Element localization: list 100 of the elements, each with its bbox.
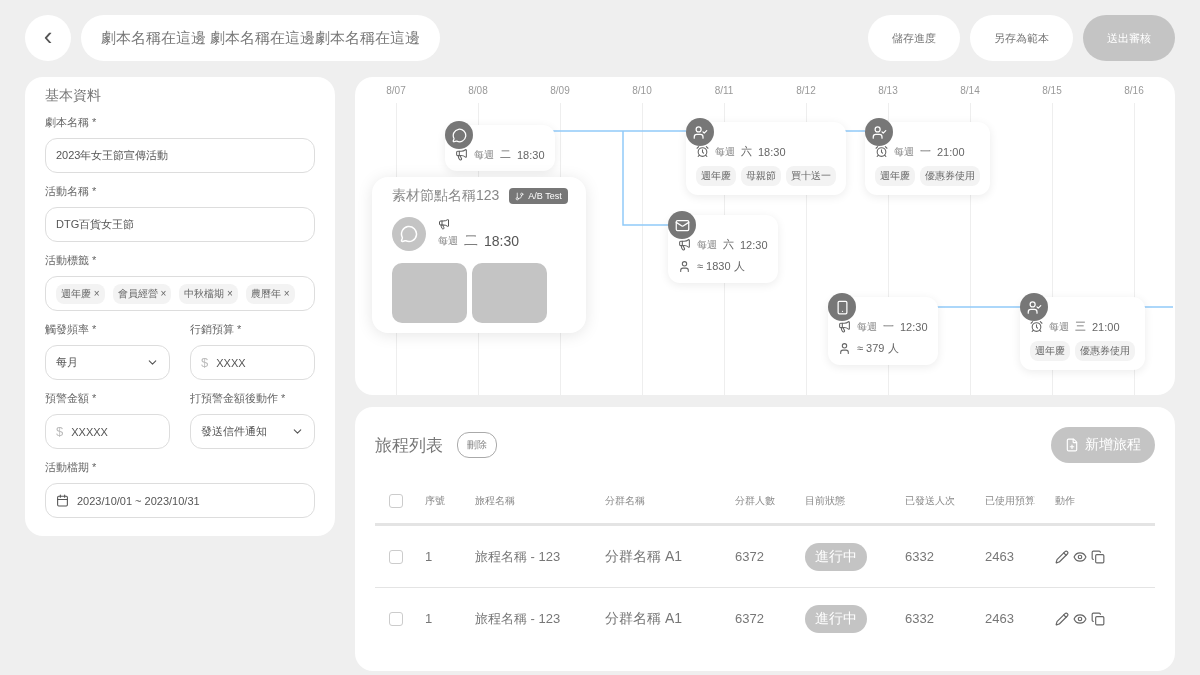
megaphone-icon bbox=[838, 320, 851, 333]
frequency-text: 每週 bbox=[1049, 319, 1069, 334]
tag: 週年慶 bbox=[696, 166, 736, 186]
column-header: 已發送人次 bbox=[905, 494, 956, 508]
date-label: 8/12 bbox=[796, 85, 816, 96]
field-label: 觸發頻率 * bbox=[45, 322, 98, 337]
copy-icon[interactable] bbox=[1091, 611, 1105, 626]
field-label: 活動標籤 * bbox=[45, 253, 98, 268]
view-icon[interactable] bbox=[1073, 611, 1087, 626]
mail-icon bbox=[674, 217, 690, 233]
time-text: 18:30 bbox=[758, 145, 786, 158]
column-header: 旅程名稱 bbox=[475, 494, 516, 508]
status-badge: 進行中 bbox=[805, 542, 867, 571]
date-label: 8/07 bbox=[386, 85, 406, 96]
table-cell-text: 6332 bbox=[905, 549, 935, 564]
column-header: 序號 bbox=[425, 494, 446, 508]
frequency-text: 每週 bbox=[697, 237, 717, 252]
copy-icon[interactable] bbox=[1091, 549, 1105, 564]
tag[interactable]: 週年慶 × bbox=[56, 283, 105, 304]
calendar-icon bbox=[56, 494, 69, 507]
delete-button[interactable]: 刪除 bbox=[457, 432, 497, 458]
tag-field[interactable]: 週年慶 × 會員經營 × 中秋檔期 × 農曆年 × bbox=[45, 276, 315, 311]
time-text: 21:00 bbox=[1092, 320, 1120, 333]
tag: 週年慶 bbox=[875, 166, 915, 186]
action-button[interactable]: 另存為範本 bbox=[970, 15, 1073, 61]
phone-icon bbox=[834, 299, 850, 315]
tag[interactable]: 中秋檔期 × bbox=[179, 283, 238, 304]
person-icon bbox=[678, 260, 691, 273]
alarm-clock-icon bbox=[875, 145, 888, 158]
back-button[interactable]: ‹ bbox=[25, 15, 71, 61]
chat-icon bbox=[451, 127, 467, 143]
tag: 週年慶 bbox=[1030, 341, 1070, 361]
checkbox[interactable] bbox=[389, 549, 403, 564]
weekday-text: 二 bbox=[464, 232, 478, 250]
ab-test-badge: A/B Test bbox=[509, 188, 568, 204]
field-label: 活動名稱 * bbox=[45, 184, 98, 199]
date-label: 8/13 bbox=[878, 85, 898, 96]
frequency-text: 每週 bbox=[857, 319, 877, 334]
tag[interactable]: 會員經營 × bbox=[112, 283, 172, 304]
edit-icon[interactable] bbox=[1055, 611, 1069, 626]
weekday-text: 三 bbox=[1075, 319, 1086, 334]
script-title-field[interactable]: 劇本名稱在這邊 劇本名稱在這邊劇本名稱在這邊 bbox=[81, 15, 441, 61]
table-cell-text: 旅程名稱 - 123 bbox=[475, 547, 562, 566]
checkbox[interactable] bbox=[389, 611, 403, 626]
time-text: 12:30 bbox=[740, 238, 768, 251]
select-field[interactable]: 每月 bbox=[45, 345, 170, 380]
column-header: 分群名稱 bbox=[605, 494, 646, 508]
weekday-text: 一 bbox=[883, 319, 894, 334]
tag: 優惠券使用 bbox=[1075, 341, 1135, 361]
chat-icon bbox=[392, 217, 426, 251]
date-label: 8/09 bbox=[550, 85, 570, 96]
table-cell-text: 1 bbox=[425, 611, 434, 626]
panel-title: 旅程列表 bbox=[375, 434, 443, 457]
amount-field[interactable]: $ XXXXX bbox=[45, 414, 170, 449]
text-field[interactable]: DTG百貨女王節 bbox=[45, 207, 315, 242]
table-cell-text: 2463 bbox=[985, 549, 1015, 564]
tag[interactable]: 農曆年 × bbox=[245, 283, 295, 304]
table-cell-text: 分群名稱 A1 bbox=[605, 609, 683, 628]
time-text: 18:30 bbox=[484, 233, 520, 249]
currency-symbol: $ bbox=[56, 424, 64, 439]
select-field[interactable]: 發送信件通知 bbox=[190, 414, 315, 449]
column-header: 已使用預算 bbox=[985, 494, 1036, 508]
weekday-text: 二 bbox=[500, 147, 511, 162]
field-label: 行銷預算 * bbox=[190, 322, 243, 337]
panel-title: 基本資料 bbox=[45, 87, 102, 105]
table-cell-text: 6372 bbox=[735, 611, 765, 626]
table-cell-text: 旅程名稱 - 123 bbox=[475, 609, 562, 628]
weekday-text: 六 bbox=[741, 144, 752, 159]
user-check-icon bbox=[1026, 299, 1042, 315]
view-icon[interactable] bbox=[1073, 549, 1087, 564]
file-plus-icon bbox=[1065, 438, 1079, 452]
column-header: 目前狀態 bbox=[805, 494, 846, 508]
time-text: 12:30 bbox=[900, 320, 928, 333]
field-label: 打預警金額後動作 * bbox=[190, 391, 287, 406]
date-label: 8/10 bbox=[632, 85, 652, 96]
status-badge: 進行中 bbox=[805, 604, 867, 633]
time-text: 18:30 bbox=[517, 148, 545, 161]
person-icon bbox=[838, 342, 851, 355]
frequency-text: 每週 bbox=[474, 147, 494, 162]
table-cell-text: 分群名稱 A1 bbox=[605, 547, 683, 566]
tag: 買十送一 bbox=[786, 166, 836, 186]
megaphone-icon bbox=[438, 218, 450, 230]
megaphone-icon bbox=[455, 148, 468, 161]
column-header: 分群人數 bbox=[735, 494, 776, 508]
frequency-text: 每週 bbox=[715, 144, 735, 159]
amount-field[interactable]: $ XXXX bbox=[190, 345, 315, 380]
checkbox[interactable] bbox=[389, 494, 403, 508]
node-title: 素材節點名稱123 bbox=[392, 187, 500, 205]
frequency-text: 每週 bbox=[894, 144, 914, 159]
megaphone-icon bbox=[678, 238, 691, 251]
field-label: 預警金額 * bbox=[45, 391, 98, 406]
edit-icon[interactable] bbox=[1055, 549, 1069, 564]
date-range-field[interactable]: 2023/10/01 ~ 2023/10/31 bbox=[45, 483, 315, 518]
field-label: 活動檔期 * bbox=[45, 460, 98, 475]
audience-text: ≈ 379 人 bbox=[857, 341, 899, 356]
table-cell-text: 1 bbox=[425, 549, 434, 564]
tag: 母親節 bbox=[741, 166, 781, 186]
action-button[interactable]: 儲存進度 bbox=[868, 15, 960, 61]
table-cell-text: 6332 bbox=[905, 611, 935, 626]
text-field[interactable]: 2023年女王節宣傳活動 bbox=[45, 138, 315, 173]
